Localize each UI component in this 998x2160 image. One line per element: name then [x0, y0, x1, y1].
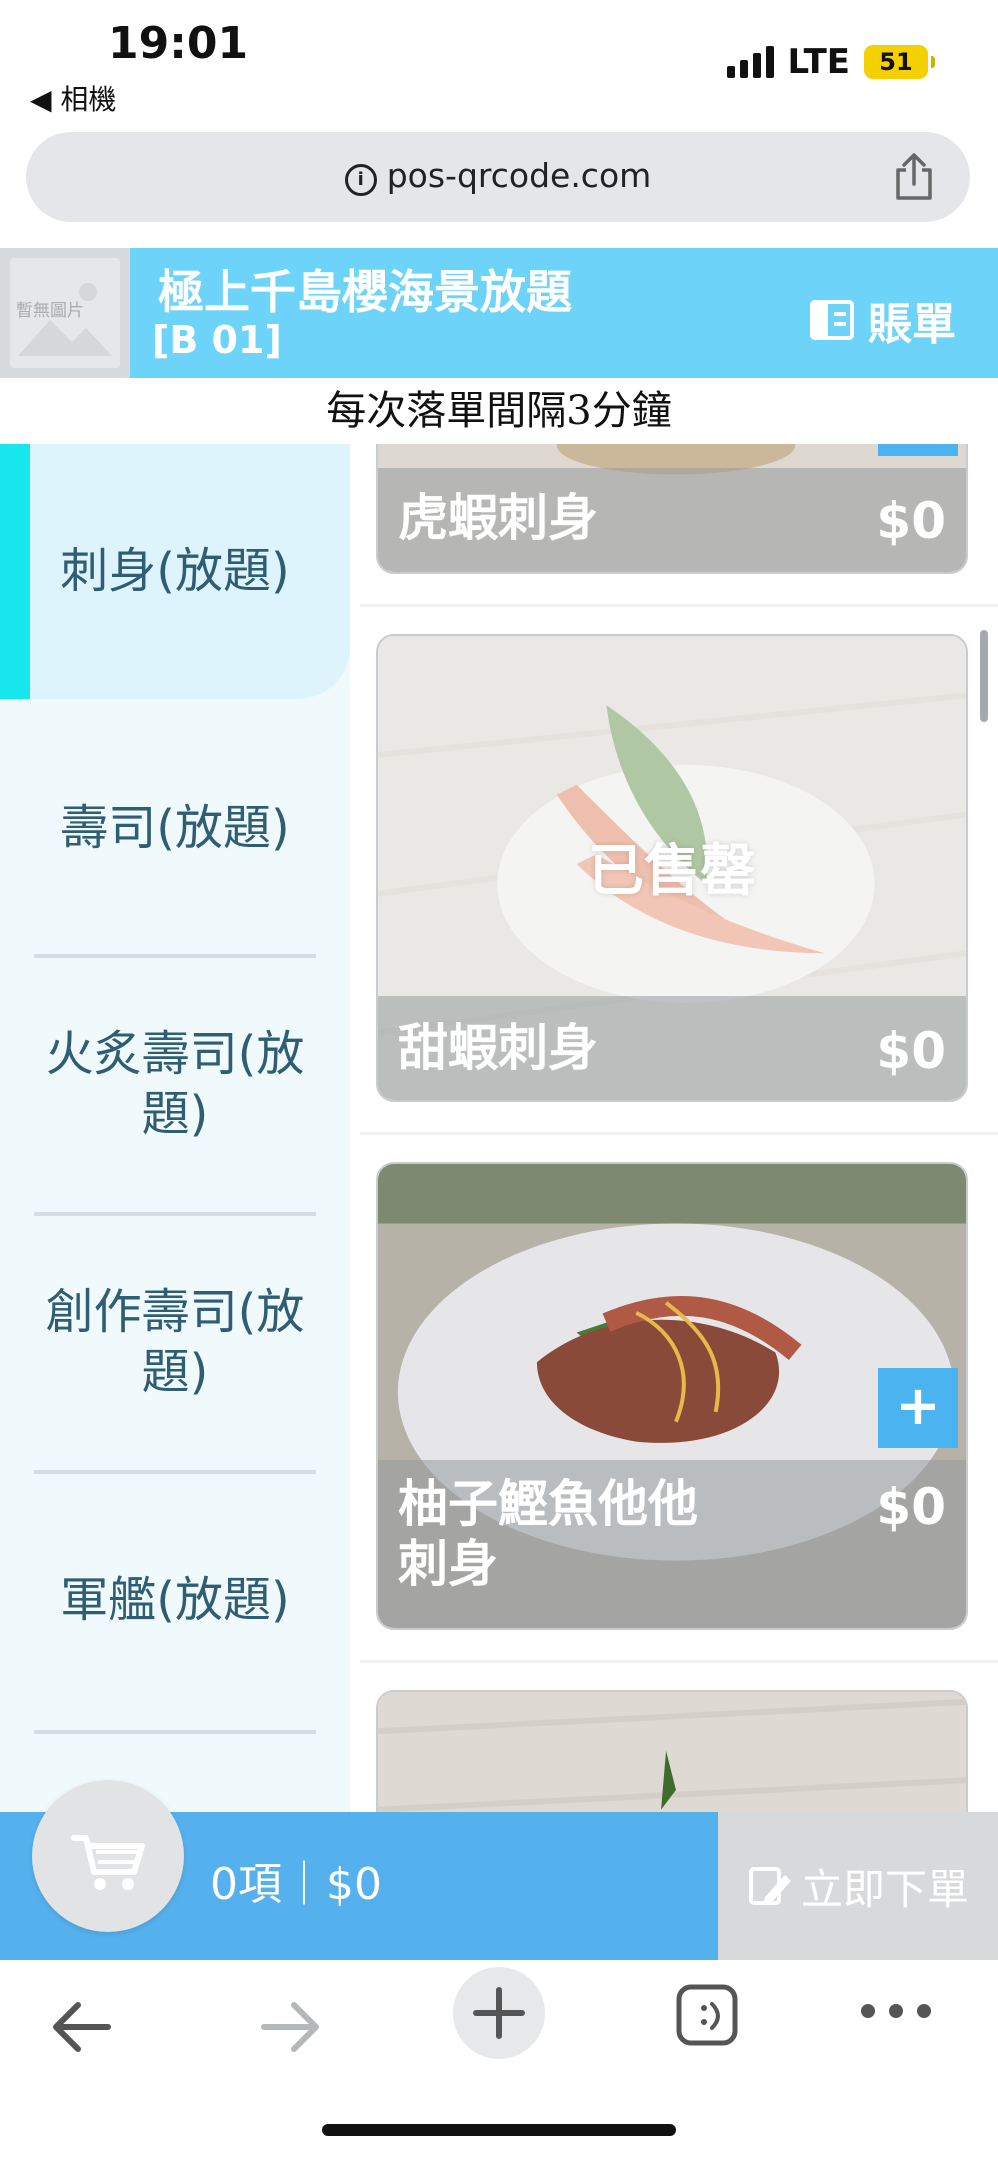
category-sidebar: 刺身(放題) 壽司(放題) 火炙壽司(放 題) 創作壽司(放 題) 軍艦(放題): [0, 444, 350, 1812]
soldout-label: 已售罄: [588, 839, 756, 904]
menu-item-card[interactable]: [376, 1690, 968, 1812]
item-name: 柚子鰹魚他他 刺身: [398, 1475, 698, 1593]
item-price: $0: [876, 1022, 946, 1080]
category-creative-sushi[interactable]: 創作壽司(放 題): [30, 1282, 320, 1402]
order-interval-notice: 每次落單間隔3分鐘: [0, 378, 998, 444]
back-arrow-icon[interactable]: [46, 1990, 120, 2064]
category-gunkan[interactable]: 軍艦(放題): [30, 1570, 320, 1630]
bill-label: 賬單: [868, 299, 956, 350]
tabs-icon[interactable]: [674, 1982, 740, 2048]
item-info-bar: 甜蝦刺身 $0: [378, 996, 966, 1100]
category-sushi[interactable]: 壽司(放題): [30, 798, 320, 858]
status-icons: LTE 51: [726, 42, 935, 82]
menu-item-card[interactable]: + 柚子鰹魚他他 刺身 $0: [376, 1162, 968, 1630]
table-number: [B 01]: [152, 318, 282, 362]
new-tab-icon[interactable]: [452, 1966, 546, 2060]
restaurant-logo: 暫無圖片: [0, 248, 130, 378]
item-info-bar: 柚子鰹魚他他 刺身 $0: [378, 1460, 966, 1628]
menu-item-card-soldout[interactable]: 已售罄 甜蝦刺身 $0: [376, 634, 968, 1102]
edit-order-icon: [748, 1867, 791, 1905]
signal-icon: [726, 46, 774, 78]
cart-icon: [71, 1835, 145, 1890]
menu-scrollbar[interactable]: [980, 630, 988, 722]
home-indicator[interactable]: [322, 2124, 676, 2136]
info-icon[interactable]: i: [344, 164, 377, 196]
bill-button[interactable]: 賬單: [810, 288, 956, 352]
share-icon[interactable]: [892, 152, 936, 202]
status-bar: 19:01 ◀ 相機 LTE 51: [0, 0, 998, 128]
network-type: LTE: [787, 42, 850, 82]
menu-list[interactable]: + 虎蝦刺身 $0 已售罄 甜蝦刺身 $0: [350, 444, 998, 1812]
clock: 19:01: [108, 18, 249, 69]
item-separator: [360, 1132, 998, 1135]
item-info-bar: 虎蝦刺身 $0: [378, 468, 966, 572]
food-photo: [378, 1692, 966, 1812]
add-item-button[interactable]: +: [878, 1368, 958, 1448]
category-sashimi[interactable]: 刺身(放題): [30, 541, 320, 601]
category-aburi-sushi[interactable]: 火炙壽司(放 題): [30, 1024, 320, 1144]
item-name: 甜蝦刺身: [398, 1019, 598, 1077]
url-text: pos-qrcode.com: [386, 156, 652, 195]
bill-icon: [810, 300, 854, 340]
cart-button[interactable]: [32, 1780, 184, 1932]
place-order-label: 立即下單: [800, 1864, 969, 1914]
item-price: $0: [876, 492, 946, 550]
restaurant-name: 極上千島櫻海景放題: [158, 265, 572, 319]
more-options-icon[interactable]: [858, 1996, 934, 2026]
category-divider: [34, 1730, 316, 1734]
forward-arrow-icon[interactable]: [252, 1990, 326, 2064]
item-separator: [360, 604, 998, 607]
cart-summary: 0項｜$0: [210, 1859, 382, 1910]
category-divider: [34, 1470, 316, 1474]
address-bar[interactable]: i pos-qrcode.com: [26, 132, 970, 222]
item-separator: [360, 1660, 998, 1663]
category-divider: [34, 1212, 316, 1216]
restaurant-header: 暫無圖片 極上千島櫻海景放題 [B 01] 賬單: [0, 248, 998, 378]
menu-item-card[interactable]: + 虎蝦刺身 $0: [376, 444, 968, 574]
place-order-button[interactable]: 立即下單: [718, 1812, 998, 1960]
item-price: $0: [876, 1478, 946, 1536]
category-active-indicator: [0, 444, 30, 699]
logo-placeholder-text: 暫無圖片: [16, 301, 84, 321]
back-to-app-link[interactable]: ◀ 相機: [30, 78, 116, 118]
item-name: 虎蝦刺身: [398, 489, 598, 547]
battery-icon: 51: [864, 45, 935, 79]
add-item-button[interactable]: +: [878, 444, 958, 456]
category-divider: [34, 954, 316, 958]
